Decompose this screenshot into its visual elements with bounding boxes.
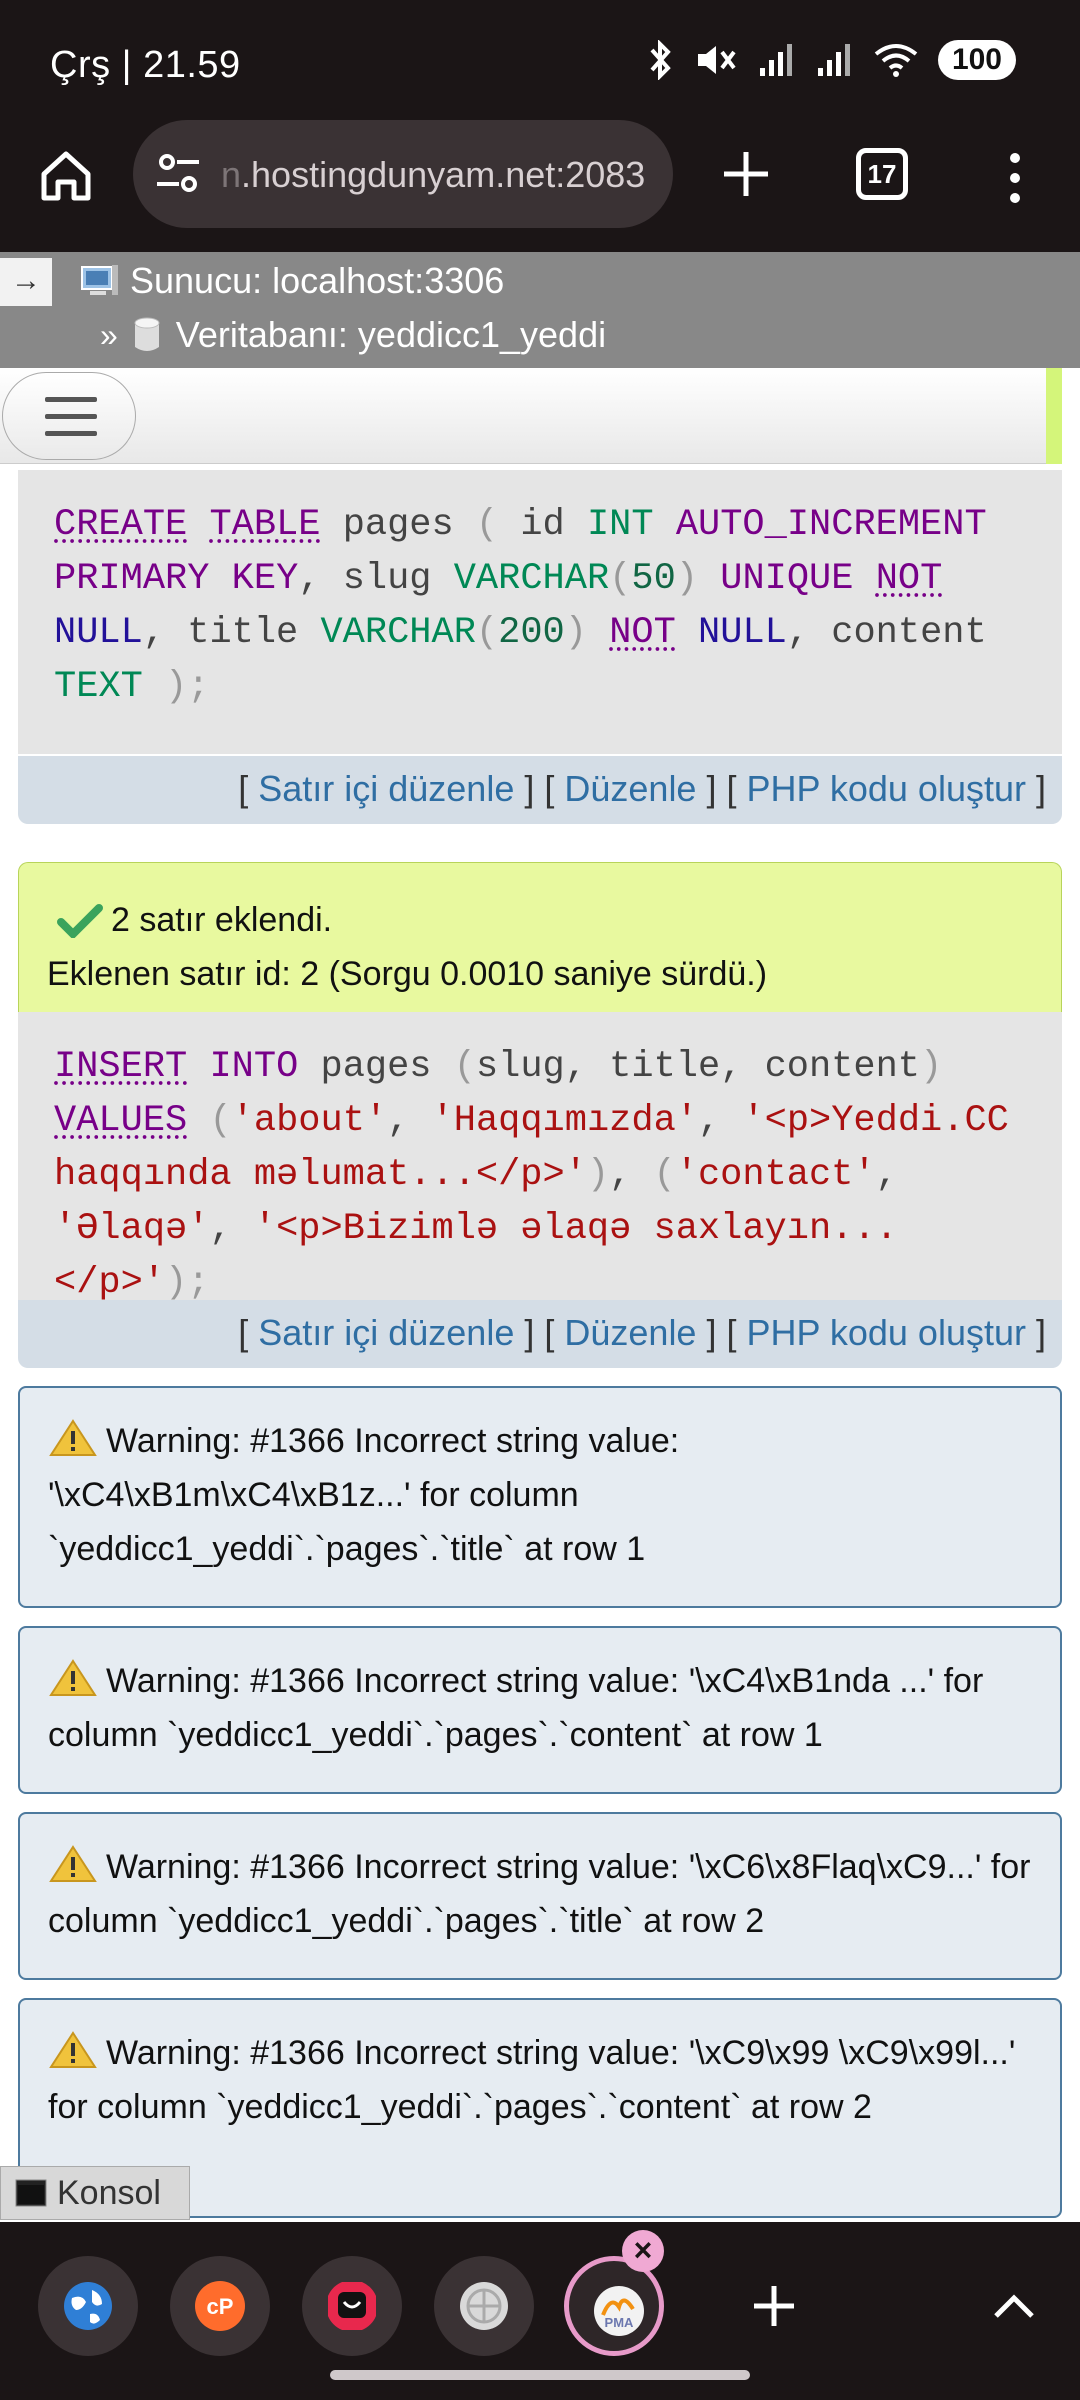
url-host: .hostingdunyam.net:2083 (241, 154, 646, 195)
signal-icon-2 (817, 44, 850, 76)
menu-toggle-button[interactable] (2, 372, 136, 460)
battery-level: 100 (937, 40, 1016, 80)
breadcrumb-database[interactable]: » Veritabanı: yeddicc1_yeddi (100, 314, 606, 356)
console-label: Konsol (57, 2173, 161, 2212)
sql-query-create: CREATE TABLE pages ( id INT AUTO_INCREME… (18, 470, 1062, 754)
rows-inserted-text: 2 satır eklendi. (111, 901, 333, 939)
url-text[interactable]: n.hostingdunyam.net:2083 (221, 154, 661, 196)
warning-text: Warning: #1366 Incorrect string value: '… (48, 2034, 1016, 2126)
edit-link[interactable]: Düzenle (564, 768, 696, 809)
globe-gray-icon (460, 2282, 508, 2330)
cpanel-icon: cP (195, 2281, 245, 2331)
status-bar: Çrş | 21.59 100 (0, 0, 1080, 118)
inline-edit-link[interactable]: Satır içi düzenle (258, 768, 514, 809)
clock: Çrş | 21.59 (50, 44, 241, 86)
warning-text: Warning: #1366 Incorrect string value: '… (48, 1662, 984, 1754)
add-tab-icon[interactable] (744, 2276, 804, 2336)
warning-icon (49, 1419, 97, 1456)
new-tab-icon[interactable] (716, 144, 776, 204)
warning-message: Warning: #1366 Incorrect string value: '… (18, 1812, 1062, 1980)
create-php-code-link[interactable]: PHP kodu oluştur (746, 768, 1026, 809)
warning-icon (49, 1659, 97, 1696)
chevron-up-icon[interactable] (990, 2288, 1038, 2324)
wifi-icon (874, 44, 918, 77)
server-label: Sunucu: localhost:3306 (130, 260, 505, 301)
query-actions: [ Satır içi düzenle ] [ Düzenle ] [ PHP … (18, 756, 1062, 824)
menu-edge (1046, 368, 1062, 464)
server-icon (81, 265, 118, 295)
close-tab-icon[interactable]: × (622, 2230, 664, 2272)
console-icon (15, 2179, 47, 2207)
database-icon (134, 317, 160, 351)
url-prefix: n (221, 154, 242, 195)
app-icon (328, 2282, 376, 2330)
browser-toolbar: n.hostingdunyam.net:2083 17 (0, 118, 1080, 252)
tab-globe-gray[interactable] (434, 2256, 534, 2356)
sql-token: VALUES (54, 1100, 188, 1142)
tab-app[interactable] (302, 2256, 402, 2356)
breadcrumb: → Sunucu: localhost:3306 » Veritabanı: y… (0, 252, 1080, 368)
sql-token: TABLE (209, 504, 321, 546)
inline-edit-link[interactable]: Satır içi düzenle (258, 1312, 514, 1353)
phpmyadmin-icon: PMA (594, 2286, 644, 2336)
collapse-arrow-icon[interactable]: → (0, 258, 52, 306)
sql-query-insert: INSERT INTO pages (slug, title, content)… (18, 1012, 1062, 1304)
more-menu-icon[interactable] (1000, 148, 1030, 208)
create-php-code-link[interactable]: PHP kodu oluştur (746, 1312, 1026, 1353)
checkmark-icon (57, 904, 103, 938)
tab-switcher-button[interactable]: 17 (856, 148, 908, 200)
database-label: Veritabanı: yeddicc1_yeddi (175, 314, 607, 355)
signal-icon (759, 44, 792, 76)
home-icon[interactable] (36, 146, 96, 206)
address-bar[interactable]: n.hostingdunyam.net:2083 (133, 120, 673, 228)
sql-token: CREATE (54, 504, 188, 546)
success-message: 2 satır eklendi. Eklenen satır id: 2 (So… (18, 862, 1062, 1012)
warning-message: Warning: #1366 Incorrect string value: '… (18, 1386, 1062, 1608)
site-settings-icon[interactable] (153, 150, 203, 196)
warning-icon (49, 2031, 97, 2068)
gesture-bar (330, 2370, 750, 2380)
edit-link[interactable]: Düzenle (564, 1312, 696, 1353)
svg-text:PMA: PMA (605, 2315, 635, 2330)
mute-icon (697, 46, 736, 74)
insert-detail-text: Eklenen satır id: 2 (Sorgu 0.0010 saniye… (47, 955, 768, 993)
globe-icon (64, 2282, 112, 2330)
svg-text:cP: cP (207, 2294, 234, 2319)
warning-text: Warning: #1366 Incorrect string value: '… (48, 1848, 1031, 1940)
tab-globe[interactable] (38, 2256, 138, 2356)
status-icons: 100 (646, 40, 1016, 80)
warning-icon (49, 1845, 97, 1882)
warning-text: Warning: #1366 Incorrect string value: '… (48, 1422, 680, 1568)
warning-message: Warning: #1366 Incorrect string value: '… (18, 1626, 1062, 1794)
sql-token: INSERT (54, 1046, 188, 1088)
breadcrumb-server[interactable]: Sunucu: localhost:3306 (80, 260, 504, 302)
tab-cpanel[interactable]: cP (170, 2256, 270, 2356)
bluetooth-icon (650, 40, 671, 80)
console-toggle-button[interactable]: Konsol (0, 2166, 190, 2220)
top-menu-bar (0, 368, 1062, 464)
query-actions: [ Satır içi düzenle ] [ Düzenle ] [ PHP … (18, 1300, 1062, 1368)
chevron-icon: » (100, 316, 118, 353)
